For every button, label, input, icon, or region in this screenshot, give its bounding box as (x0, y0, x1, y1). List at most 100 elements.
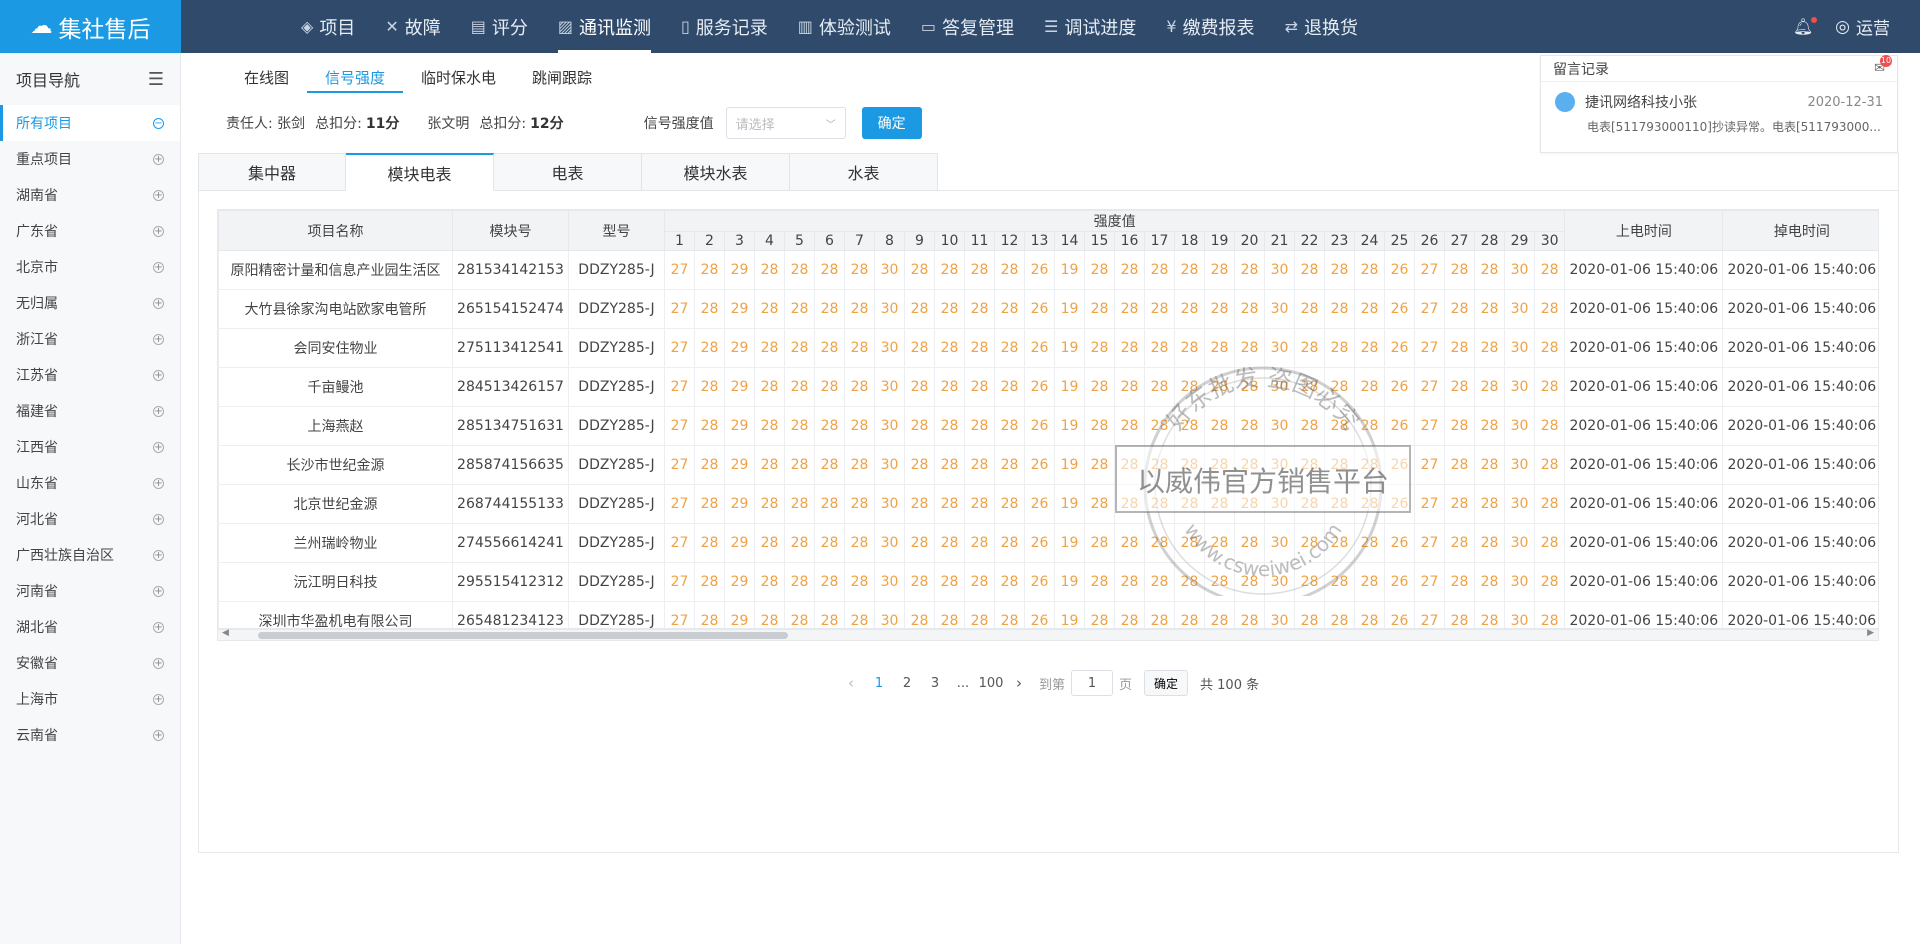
sidebar-item-14[interactable]: 湖北省 + (0, 609, 180, 645)
expand-icon[interactable]: + (153, 405, 164, 417)
cell-strength-value: 28 (1354, 562, 1385, 602)
device-tab-4[interactable]: 水表 (790, 153, 938, 191)
nav-item-2[interactable]: ▤ 评分 (459, 0, 540, 53)
cell-strength-value: 30 (1264, 445, 1295, 485)
expand-icon[interactable]: + (153, 369, 164, 381)
goto-button[interactable]: 确定 (1144, 670, 1189, 696)
scrollbar-thumb[interactable] (258, 632, 788, 639)
sidebar-item-15[interactable]: 安徽省 + (0, 645, 180, 681)
expand-icon[interactable]: + (153, 441, 164, 453)
table-row[interactable]: 兰州瑞岭物业 274556614241 DDZY285-J 27 28 29 28 28 28 2… (218, 523, 1878, 563)
page-number[interactable]: 2 (893, 676, 921, 691)
sidebar-item-label: 湖北省 (16, 620, 58, 636)
expand-icon[interactable]: + (153, 477, 164, 489)
cell-strength-value: 28 (814, 445, 845, 485)
nav-item-4[interactable]: ▯ 服务记录 (669, 0, 780, 53)
device-tab-2[interactable]: 电表 (494, 153, 642, 191)
sidebar-item-1[interactable]: 重点项目 + (0, 141, 180, 177)
horizontal-scrollbar[interactable]: ◀ ▶ (217, 628, 1879, 641)
cell-strength-value: 28 (1354, 484, 1385, 524)
message-item[interactable]: 捷讯网络科技小张 2020-12-31 (1541, 82, 1897, 112)
sidebar-item-5[interactable]: 无归属 + (0, 285, 180, 321)
collapse-icon[interactable]: − (153, 117, 164, 129)
sidebar-item-9[interactable]: 江西省 + (0, 429, 180, 465)
expand-icon[interactable]: + (153, 189, 164, 201)
table-row[interactable]: 大竹县徐家沟电站欧家电管所 265154152474 DDZY285-J 27 28 29… (218, 289, 1878, 329)
next-page-icon[interactable]: › (1005, 674, 1033, 692)
nav-item-3[interactable]: ▨ 通讯监测 (546, 0, 663, 53)
cell-strength-value: 30 (874, 406, 905, 446)
nav-item-8[interactable]: ¥ 缴费报表 (1154, 0, 1266, 53)
expand-icon[interactable]: + (153, 513, 164, 525)
cell-power-off: 2020-01-06 15:40:06 (1722, 328, 1878, 368)
subtab-3[interactable]: 跳闸跟踪 (514, 67, 610, 93)
subtab-0[interactable]: 在线图 (226, 67, 307, 93)
expand-icon[interactable]: + (153, 297, 164, 309)
sidebar-item-17[interactable]: 云南省 + (0, 717, 180, 753)
sidebar-item-8[interactable]: 福建省 + (0, 393, 180, 429)
sidebar-item-10[interactable]: 山东省 + (0, 465, 180, 501)
nav-item-6[interactable]: ▭ 答复管理 (909, 0, 1026, 53)
logo[interactable]: ☁ 集社售后 (0, 0, 181, 53)
cell-strength-value: 28 (844, 523, 875, 563)
nav-item-9[interactable]: ⇄ 退换货 (1273, 0, 1370, 53)
table-row[interactable]: 千亩鳗池 284513426157 DDZY285-J 27 28 29 28 28 28 28 3… (218, 367, 1878, 407)
menu-icon[interactable]: ☰ (148, 69, 164, 90)
table-row[interactable]: 上海燕赵 285134751631 DDZY285-J 27 28 29 28 28 28 28 3… (218, 406, 1878, 446)
nav-item-5[interactable]: ▥ 体验测试 (786, 0, 903, 53)
page-number[interactable]: 3 (921, 676, 949, 691)
subtab-1[interactable]: 信号强度 (307, 67, 404, 93)
page-number[interactable]: 1 (865, 676, 893, 691)
table-row[interactable]: 北京世纪金源 268744155133 DDZY285-J 27 28 29 28 28 28 2… (218, 484, 1878, 524)
expand-icon[interactable]: + (153, 549, 164, 561)
table-row[interactable]: 沅江明日科技 295515412312 DDZY285-J 27 28 29 28 28 28 2… (218, 562, 1878, 602)
nav-item-1[interactable]: ✕ 故障 (373, 0, 452, 53)
cell-strength-value: 28 (694, 601, 725, 628)
sidebar-item-4[interactable]: 北京市 + (0, 249, 180, 285)
cell-strength-value: 28 (1114, 367, 1145, 407)
sidebar-item-6[interactable]: 浙江省 + (0, 321, 180, 357)
sidebar-item-3[interactable]: 广东省 + (0, 213, 180, 249)
sidebar-item-13[interactable]: 河南省 + (0, 573, 180, 609)
expand-icon[interactable]: + (153, 153, 164, 165)
expand-icon[interactable]: + (153, 225, 164, 237)
signal-select[interactable]: 请选择 ﹀ (725, 107, 846, 139)
expand-icon[interactable]: + (153, 729, 164, 741)
message-icon[interactable]: ✉ 10 (1874, 55, 1892, 76)
sidebar-item-0[interactable]: 所有项目 − (0, 105, 180, 141)
scroll-right-icon[interactable]: ▶ (1867, 628, 1874, 638)
expand-icon[interactable]: + (153, 261, 164, 273)
sidebar-item-12[interactable]: 广西壮族自治区 + (0, 537, 180, 573)
sidebar-item-7[interactable]: 江苏省 + (0, 357, 180, 393)
scroll-left-icon[interactable]: ◀ (222, 628, 229, 638)
subtab-2[interactable]: 临时保水电 (403, 67, 514, 93)
table-row[interactable]: 长沙市世纪金源 285874156635 DDZY285-J 27 28 29 28 28 28… (218, 445, 1878, 485)
expand-icon[interactable]: + (153, 333, 164, 345)
bell-icon[interactable]: 🔔︎ (1793, 17, 1818, 36)
device-tab-3[interactable]: 模块水表 (642, 153, 790, 191)
cell-strength-value: 19 (1054, 484, 1085, 524)
table-row[interactable]: 深圳市华盈机电有限公司 265481234123 DDZY285-J 27 28 29 28… (218, 601, 1878, 628)
user-menu[interactable]: ◎ 运营 (1835, 14, 1890, 40)
cell-strength-value: 30 (1504, 562, 1535, 602)
sidebar-item-16[interactable]: 上海市 + (0, 681, 180, 717)
prev-page-icon[interactable]: ‹ (837, 674, 865, 692)
expand-icon[interactable]: + (153, 693, 164, 705)
confirm-button[interactable]: 确定 (861, 107, 922, 139)
page-input[interactable]: 1 (1071, 670, 1114, 696)
sidebar-item-11[interactable]: 河北省 + (0, 501, 180, 537)
expand-icon[interactable]: + (153, 585, 164, 597)
cell-model: DDZY285-J (568, 250, 665, 290)
table-row[interactable]: 原阳精密计量和信息产业园生活区 281534142153 DDZY285-J 27 28… (218, 250, 1878, 290)
nav-item-0[interactable]: ◈ 项目 (289, 0, 367, 53)
expand-icon[interactable]: + (153, 621, 164, 633)
page-number[interactable]: 100 (977, 676, 1005, 691)
strength-col-header: 8 (874, 231, 905, 251)
table-row[interactable]: 会同安住物业 275113412541 DDZY285-J 27 28 29 28 28 28 2… (218, 328, 1878, 368)
expand-icon[interactable]: + (153, 657, 164, 669)
device-tab-1[interactable]: 模块电表 (346, 153, 494, 191)
sidebar-item-2[interactable]: 湖南省 + (0, 177, 180, 213)
nav-item-7[interactable]: ☰ 调试进度 (1032, 0, 1148, 53)
device-tab-0[interactable]: 集中器 (198, 153, 346, 191)
sidebar-item-label: 北京市 (16, 260, 58, 276)
